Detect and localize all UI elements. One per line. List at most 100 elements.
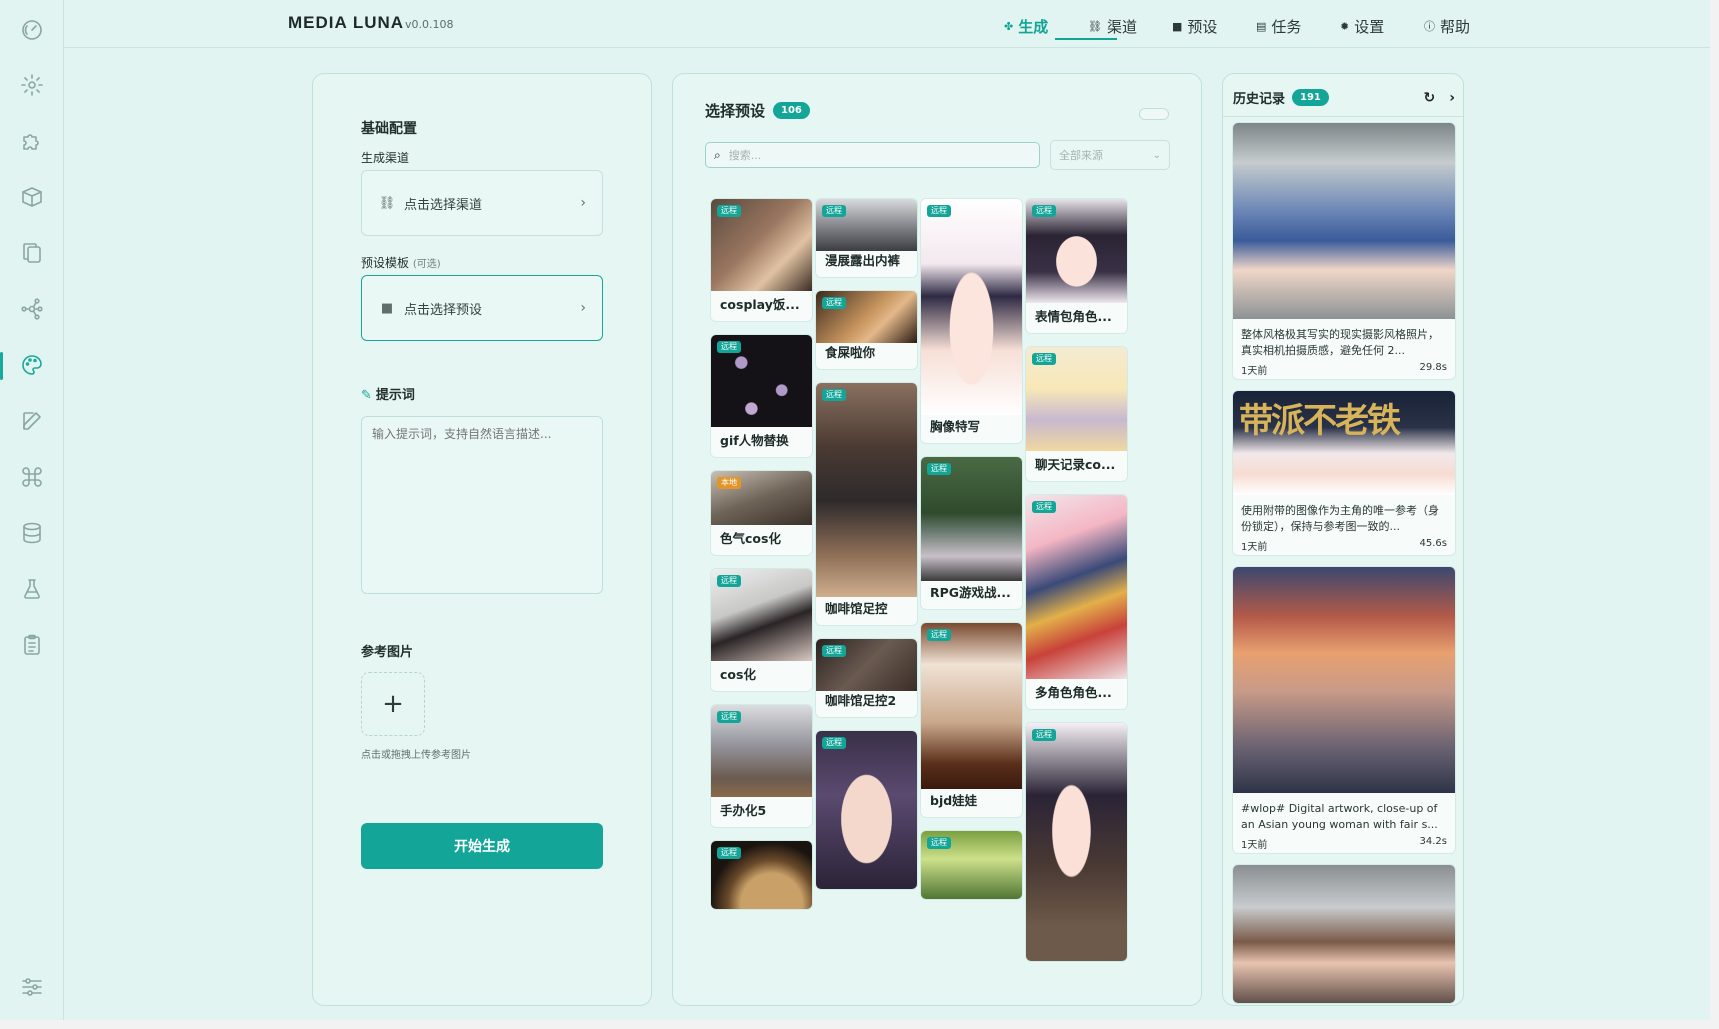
history-duration: 45.6s: [1419, 538, 1447, 549]
preset-name: 胸像特写: [930, 419, 981, 434]
network-icon[interactable]: [19, 296, 45, 322]
preset-card[interactable]: 远程 咖啡馆足控: [815, 382, 918, 626]
remote-tag: 远程: [822, 389, 846, 401]
preset-name: RPG游戏战...: [930, 585, 1011, 600]
prompt-label: ✎ 提示词: [361, 384, 415, 403]
top-header: MEDIA LUNA v0.0.108 ✤ 生成 ⛓ 渠道 ■ 预设 ▤ 任务 …: [64, 0, 1710, 48]
preset-select[interactable]: ■ 点击选择预设 ›: [361, 275, 603, 341]
local-tag: 本地: [717, 477, 741, 489]
history-card[interactable]: [1232, 864, 1456, 1004]
edit-icon[interactable]: [19, 408, 45, 434]
preset-card[interactable]: 本地 色气cos化: [710, 470, 813, 556]
chevron-right-icon: ›: [580, 195, 586, 211]
preset-card[interactable]: 远程 表情包角色...: [1025, 198, 1128, 334]
preset-grid: 远程 cosplay饭... 远程 gif人物替换 本地 色气cos化 远程 cos化 远程 手办…: [673, 180, 1203, 986]
nav-tasks[interactable]: ▤ 任务: [1256, 12, 1301, 40]
nav-active-underline: [1055, 38, 1117, 40]
history-card[interactable]: 带派不老铁 使用附带的图像作为主角的唯一参考（身份锁定），保持与参考图一致的...…: [1232, 390, 1456, 556]
upload-ref-button[interactable]: +: [361, 672, 425, 736]
preset-card[interactable]: 远程: [815, 730, 918, 890]
remote-tag: 远程: [1032, 205, 1056, 217]
preset-optional: (可选): [412, 259, 441, 270]
remote-tag: 远程: [1032, 501, 1056, 513]
copy-icon[interactable]: [19, 240, 45, 266]
preset-name: 漫展露出内裤: [825, 253, 901, 268]
window-scrollbar[interactable]: [1710, 0, 1719, 1029]
preset-thumbnail: [816, 383, 917, 597]
preset-card[interactable]: 远程 咖啡馆足控2: [815, 638, 918, 718]
nav-help[interactable]: ⓘ 帮助: [1424, 12, 1470, 40]
preset-panel: 选择预设 106 ⌕ 搜索... 全部来源 ⌄ 远程 cosplay饭... 远程 g…: [672, 73, 1202, 1006]
prompt-input[interactable]: [361, 416, 603, 594]
link-icon: ⛓: [1088, 19, 1102, 33]
edit-icon: ✎: [361, 388, 372, 403]
history-title: 历史记录: [1233, 92, 1286, 107]
channel-select[interactable]: ⛓ 点击选择渠道 ›: [361, 170, 603, 236]
preset-card[interactable]: 远程多角色角色...: [1025, 494, 1128, 710]
preset-card[interactable]: 远程 聊天记录co...: [1025, 346, 1128, 482]
gear-icon: ✹: [1340, 19, 1350, 33]
command-icon[interactable]: [19, 464, 45, 490]
view-toggle[interactable]: [1139, 108, 1169, 120]
history-time: 1天前: [1241, 542, 1268, 553]
history-duration: 34.2s: [1419, 836, 1447, 847]
preset-card[interactable]: 远程 cos化: [710, 568, 813, 692]
start-generate-button[interactable]: 开始生成: [361, 823, 603, 869]
preset-card[interactable]: 远程 手办化5: [710, 704, 813, 828]
preset-card[interactable]: 远程: [1025, 722, 1128, 962]
preset-card[interactable]: 远程: [920, 830, 1023, 900]
clipboard-list-icon[interactable]: [19, 632, 45, 658]
refresh-icon[interactable]: ↻: [1423, 90, 1435, 106]
remote-tag: 远程: [927, 629, 951, 641]
sidebar: [0, 0, 64, 1020]
preset-card[interactable]: 远程 bjd娃娃: [920, 622, 1023, 818]
remote-tag: 远程: [717, 575, 741, 587]
palette-icon[interactable]: [19, 352, 45, 378]
preset-count-badge: 106: [773, 102, 810, 119]
nav-generate[interactable]: ✤ 生成: [1004, 12, 1048, 40]
history-meta: 1天前 45.6s: [1241, 538, 1447, 553]
history-time: 1天前: [1241, 366, 1268, 377]
history-card[interactable]: #wlop# Digital artwork, close-up of an A…: [1232, 566, 1456, 854]
box-icon[interactable]: [19, 184, 45, 210]
preset-panel-title: 选择预设 106: [705, 100, 810, 121]
sliders-icon[interactable]: [19, 974, 45, 1000]
remote-tag: 远程: [927, 463, 951, 475]
preset-name: cos化: [720, 667, 756, 682]
preset-card[interactable]: 远程 gif人物替换: [710, 334, 813, 458]
nav-settings[interactable]: ✹ 设置: [1340, 12, 1384, 40]
bookmark-icon: ■: [380, 300, 394, 316]
history-time: 1天前: [1241, 840, 1268, 851]
chevron-right-icon[interactable]: ›: [1449, 90, 1455, 106]
nav-label: 帮助: [1440, 17, 1471, 36]
channel-label: 生成渠道: [361, 151, 410, 165]
nav-label: 预设: [1187, 17, 1218, 36]
nav-label: 渠道: [1106, 17, 1137, 36]
remote-tag: 远程: [1032, 353, 1056, 365]
history-meta: 1天前 34.2s: [1241, 836, 1447, 851]
preset-card[interactable]: 远程 cosplay饭...: [710, 198, 813, 322]
remote-tag: 远程: [822, 205, 846, 217]
database-icon[interactable]: [19, 520, 45, 546]
history-thumbnail: 带派不老铁: [1233, 391, 1455, 495]
gear-icon[interactable]: [19, 72, 45, 98]
preset-name: gif人物替换: [720, 433, 789, 448]
flask-icon[interactable]: [19, 576, 45, 602]
preset-card[interactable]: 远程 漫展露出内裤: [815, 198, 918, 278]
puzzle-icon[interactable]: [19, 128, 45, 154]
nav-presets[interactable]: ■ 预设: [1172, 12, 1217, 40]
dashboard-icon[interactable]: [19, 17, 45, 43]
preset-name: 多角色角色...: [1035, 685, 1112, 700]
preset-card[interactable]: 远程: [710, 840, 813, 910]
preset-card[interactable]: 远程 胸像特写: [920, 198, 1023, 444]
preset-card[interactable]: 远程 RPG游戏战...: [920, 456, 1023, 610]
preset-placeholder: 点击选择预设: [404, 302, 483, 318]
preset-thumbnail: [921, 623, 1022, 789]
remote-tag: 远程: [822, 737, 846, 749]
preset-card[interactable]: 远程 食屎啦你: [815, 290, 918, 370]
history-thumbnail: [1233, 865, 1455, 1003]
preset-search[interactable]: ⌕ 搜索...: [705, 142, 1040, 168]
source-select[interactable]: 全部来源 ⌄: [1050, 140, 1170, 170]
nav-channels[interactable]: ⛓ 渠道: [1088, 12, 1137, 40]
history-card[interactable]: 整体风格极其写实的现实摄影风格照片，真实相机拍摄质感，避免任何 2... 1天前 2…: [1232, 122, 1456, 380]
